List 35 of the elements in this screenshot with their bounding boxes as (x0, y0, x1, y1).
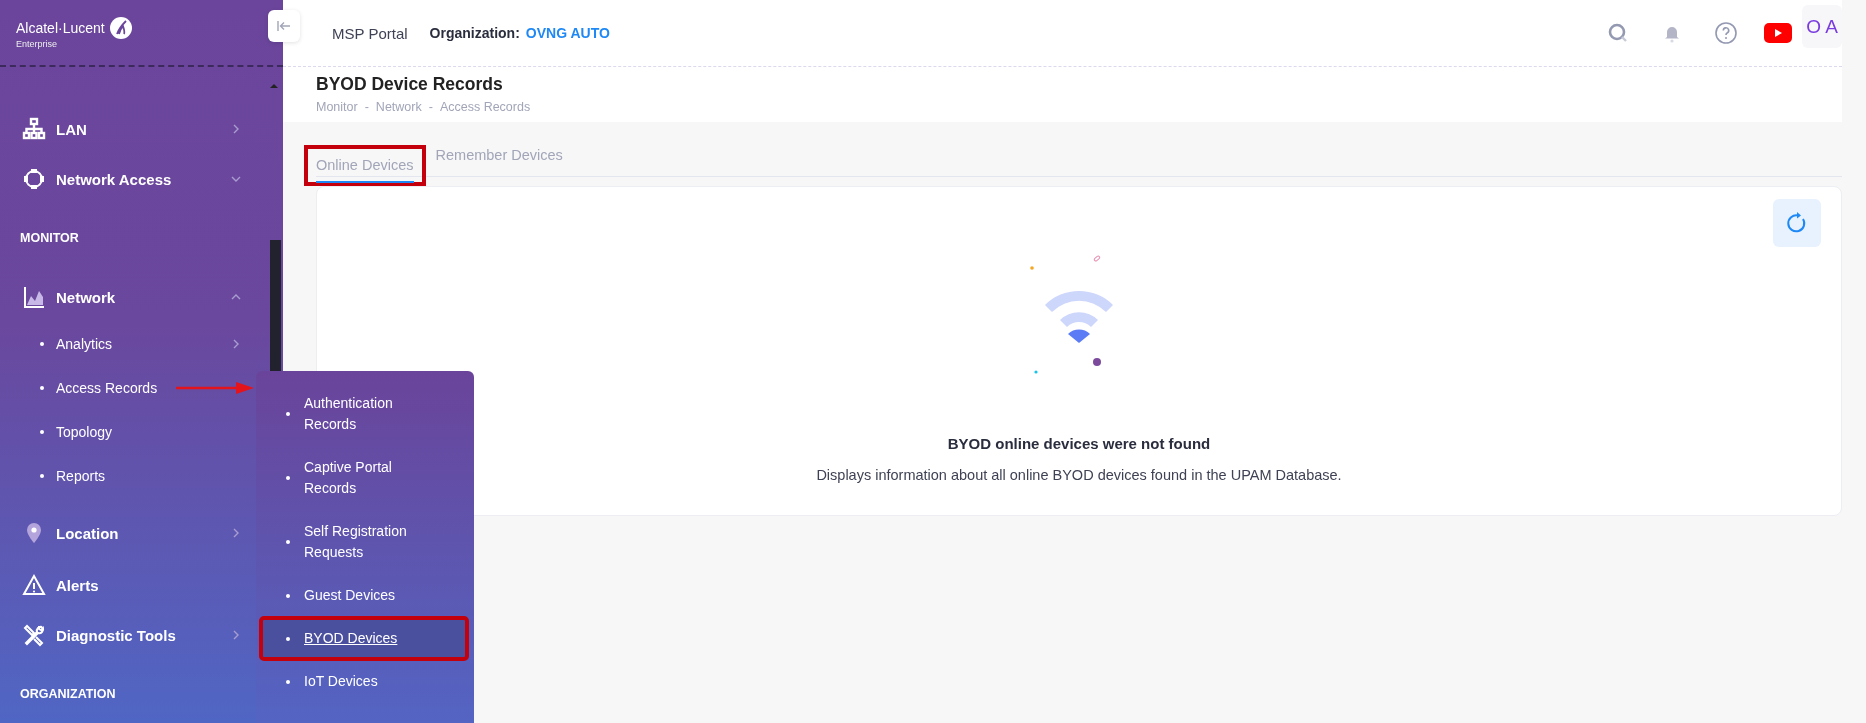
section-heading: ORGANIZATION (19, 686, 117, 703)
video-play-icon (1764, 23, 1792, 43)
organization-name[interactable]: OVNG AUTO (525, 25, 610, 41)
breadcrumb-separator: - (428, 100, 433, 114)
logo-text: Alcatel·Lucent (16, 20, 105, 36)
portal-name: MSP Portal (332, 24, 408, 42)
refresh-button[interactable] (1773, 199, 1821, 247)
submenu-item[interactable]: IoT Devices (260, 660, 468, 703)
sidebar-item[interactable]: Network Access (0, 154, 283, 204)
user-avatar[interactable]: O A (1802, 5, 1842, 48)
sidebar-item[interactable]: LAN (0, 104, 283, 154)
section-heading: MONITOR (19, 230, 80, 247)
tools-icon (22, 623, 46, 647)
sidebar-subitem[interactable]: Analytics (56, 336, 113, 352)
collapse-button[interactable] (268, 10, 300, 42)
logo-icon (108, 16, 133, 40)
collapse-icon (277, 21, 291, 31)
submenu-item[interactable]: Authentication Records (260, 382, 468, 446)
submenu-item[interactable]: BYOD Devices (260, 617, 468, 660)
sidebar-subitem[interactable]: Reports (56, 468, 106, 484)
logo-subtitle: Enterprise (16, 39, 59, 49)
nodes-icon (22, 167, 46, 191)
warning-icon (22, 573, 46, 597)
network-icon (22, 117, 46, 141)
sidebar-subitem[interactable]: Access Records (56, 380, 158, 396)
sidebar-subitem[interactable]: Topology (56, 424, 113, 440)
chart-icon (22, 285, 46, 309)
breadcrumb-separator: - (364, 100, 369, 114)
empty-state-title: BYOD online devices were not found (947, 435, 1211, 452)
organization-label: Organization: (429, 25, 520, 41)
page-title: BYOD Device Records (316, 74, 504, 95)
empty-state-description: Displays information about all online BYOD devices found in the UPAM Database. (816, 467, 1342, 483)
sidebar-item[interactable]: Network (0, 272, 283, 322)
help-icon (1714, 21, 1738, 45)
scrollbar[interactable] (270, 240, 281, 373)
